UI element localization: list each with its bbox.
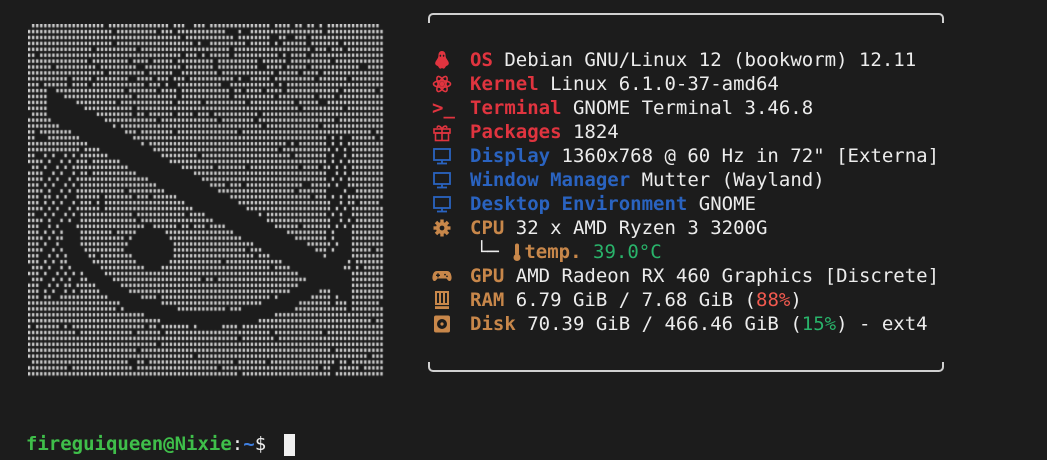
window-manager-label: Window Manager	[470, 169, 631, 191]
info-box-top-border	[428, 13, 944, 23]
gift-box-icon	[432, 122, 452, 142]
prompt-path: ~	[243, 433, 255, 455]
os-line: OS Debian GNU/Linux 12 (bookworm) 12.11	[432, 48, 939, 72]
text-cursor[interactable]	[283, 433, 295, 456]
info-box-bottom-border	[428, 362, 944, 372]
disk-icon	[432, 314, 452, 334]
window-manager-line: Window Manager Mutter (Wayland)	[432, 168, 939, 192]
temperature-value: 39.0°C	[593, 241, 662, 263]
gear-icon	[432, 218, 452, 238]
prompt-separator: :	[231, 433, 244, 455]
memory-chip-icon	[432, 290, 452, 310]
desktop-environment-line: Desktop Environment GNOME	[432, 192, 939, 216]
prompt-symbol: $	[254, 433, 278, 455]
desktop-environment-value: GNOME	[698, 193, 756, 215]
window-manager-value: Mutter (Wayland)	[641, 169, 825, 191]
terminal-prompt-icon: >_	[432, 97, 455, 119]
disk-percent: 15%	[801, 313, 837, 335]
system-info-panel: OS Debian GNU/Linux 12 (bookworm) 12.11 …	[432, 48, 939, 336]
monitor-icon	[432, 146, 452, 166]
thermometer-icon	[510, 242, 524, 262]
tree-branch: └─	[476, 241, 499, 263]
gpu-label: GPU	[470, 265, 505, 287]
terminal-label: Terminal	[470, 97, 562, 119]
cpu-value: 32 x AMD Ryzen 3 3200G	[515, 217, 768, 239]
disk-suffix: ) - ext4	[836, 313, 928, 335]
temperature-line: └─ temp. 39.0°C	[432, 240, 939, 264]
packages-label: Packages	[470, 121, 562, 143]
disk-line: Disk 70.39 GiB / 466.46 GiB (15%) - ext4	[432, 312, 939, 336]
terminal-value: GNOME Terminal 3.46.8	[572, 97, 814, 119]
ram-percent: 88%	[756, 289, 791, 311]
os-value: Debian GNU/Linux 12 (bookworm) 12.11	[504, 49, 917, 71]
ram-label: RAM	[470, 289, 505, 311]
display-label: Display	[470, 145, 551, 167]
ram-suffix: )	[790, 289, 802, 311]
disk-value: 70.39 GiB / 466.46 GiB (	[527, 313, 802, 335]
cpu-label: CPU	[470, 217, 505, 239]
gpu-value: AMD Radeon RX 460 Graphics [Discrete]	[515, 265, 940, 287]
monitor-icon	[432, 170, 452, 190]
kernel-value: Linux 6.1.0-37-amd64	[550, 73, 779, 95]
terminal-line: >_ Terminal GNOME Terminal 3.46.8	[432, 96, 939, 120]
gamepad-icon	[432, 266, 452, 286]
desktop-environment-label: Desktop Environment	[470, 193, 688, 215]
penguin-icon	[432, 50, 452, 70]
gpu-line: GPU AMD Radeon RX 460 Graphics [Discrete…	[432, 264, 939, 288]
kernel-line: Kernel Linux 6.1.0-37-amd64	[432, 72, 939, 96]
cpu-line: CPU 32 x AMD Ryzen 3 3200G	[432, 216, 939, 240]
ram-value: 6.79 GiB / 7.68 GiB (	[515, 289, 756, 311]
ram-line: RAM 6.79 GiB / 7.68 GiB (88%)	[432, 288, 939, 312]
ascii-art-logo	[28, 24, 388, 382]
monitor-icon	[432, 194, 452, 214]
kernel-label: Kernel	[470, 73, 539, 95]
os-label: OS	[470, 49, 493, 71]
temperature-label: temp.	[524, 241, 582, 263]
disk-label: Disk	[470, 313, 516, 335]
packages-line: Packages 1824	[432, 120, 939, 144]
prompt-user-host: fireguiqueen@Nixie	[25, 433, 232, 455]
display-value: 1360x768 @ 60 Hz in 72" [Externa]	[561, 145, 940, 167]
atom-icon	[432, 74, 452, 94]
display-line: Display 1360x768 @ 60 Hz in 72" [Externa…	[432, 144, 939, 168]
packages-value: 1824	[572, 121, 619, 143]
shell-prompt[interactable]: fireguiqueen@Nixie:~$	[3, 408, 295, 456]
